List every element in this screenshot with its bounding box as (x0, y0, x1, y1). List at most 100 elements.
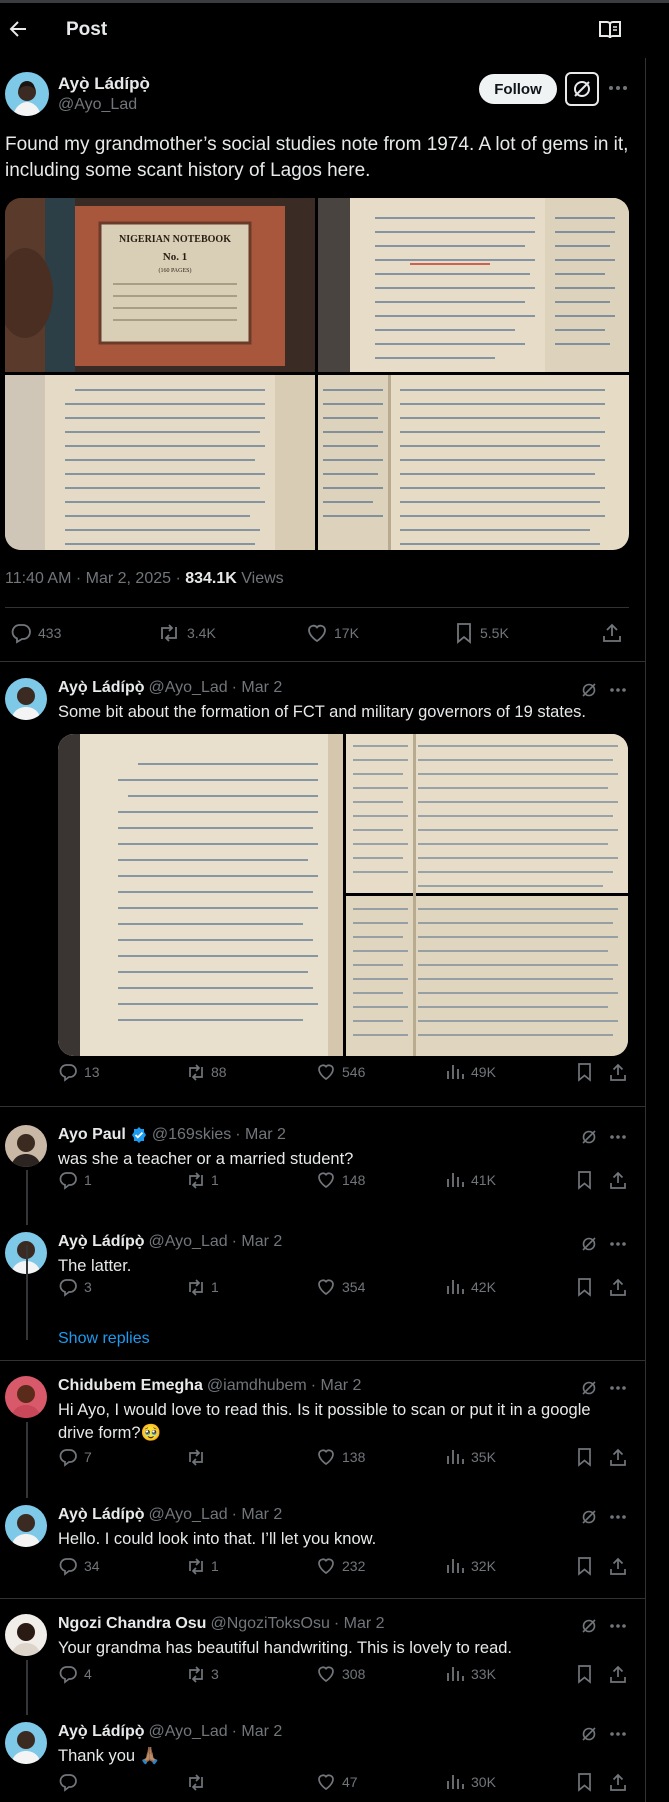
repost-action[interactable]: 3.4K (157, 622, 216, 644)
grok-icon[interactable] (580, 1235, 598, 1253)
author-name[interactable]: Ayọ̀ Ládípọ̀ (58, 74, 150, 94)
views-action[interactable]: 49K (445, 1062, 496, 1082)
repost-action[interactable]: 1 (185, 1170, 219, 1190)
grok-icon[interactable] (580, 681, 598, 699)
share-action[interactable] (608, 1772, 634, 1792)
like-action[interactable]: 138 (316, 1447, 365, 1467)
repost-action[interactable]: 3 (185, 1664, 219, 1684)
like-action[interactable]: 308 (316, 1664, 365, 1684)
avatar[interactable] (5, 678, 47, 720)
like-action[interactable]: 47 (316, 1772, 358, 1792)
arrow-left-icon[interactable] (6, 17, 30, 41)
reply-action[interactable]: 433 (10, 622, 61, 644)
like-action[interactable]: 232 (316, 1556, 365, 1576)
reply-author-name[interactable]: Ngozi Chandra Osu (58, 1615, 206, 1633)
grok-icon[interactable] (580, 1379, 598, 1397)
reply-author-handle[interactable]: @Ayo_Lad (149, 1233, 228, 1251)
reply-author-name[interactable]: Ayọ̀ Ládípọ̀ (58, 1723, 145, 1741)
show-replies-link[interactable]: Show replies (58, 1330, 150, 1348)
reply-date[interactable]: · Mar 2 (232, 1723, 283, 1741)
reply-date[interactable]: · Mar 2 (232, 1233, 283, 1251)
more-icon[interactable] (608, 1510, 628, 1524)
reply-author-name[interactable]: Ayọ̀ Ládípọ̀ (58, 1233, 145, 1251)
author-handle[interactable]: @Ayo_Lad (58, 96, 137, 114)
reply-date[interactable]: · Mar 2 (334, 1615, 385, 1633)
views-action[interactable]: 32K (445, 1556, 496, 1576)
like-action[interactable]: 546 (316, 1062, 365, 1082)
views-action[interactable]: 30K (445, 1772, 496, 1792)
reply-author-handle[interactable]: @Ayo_Lad (149, 1723, 228, 1741)
share-action[interactable] (608, 1170, 634, 1190)
reply-author-handle[interactable]: @Ayo_Lad (149, 1506, 228, 1524)
reply-action[interactable]: 13 (58, 1062, 100, 1082)
more-icon[interactable] (608, 683, 628, 697)
post-media-grid[interactable]: NIGERIAN NOTEBOOK No. 1 (160 PAGES) (5, 198, 629, 550)
reply-action[interactable]: 3 (58, 1277, 92, 1297)
grok-icon[interactable] (565, 72, 599, 106)
reply-date[interactable]: · Mar 2 (235, 1126, 286, 1144)
like-action[interactable]: 148 (316, 1170, 365, 1190)
reply-author-name[interactable]: Ayo Paul (58, 1126, 126, 1144)
share-action[interactable] (608, 1556, 634, 1576)
repost-action[interactable] (185, 1772, 211, 1792)
reply-author-handle[interactable]: @iamdhubem (207, 1377, 307, 1395)
more-icon[interactable] (608, 1130, 628, 1144)
reader-mode-icon[interactable] (598, 19, 622, 41)
avatar[interactable] (5, 72, 49, 116)
reply-action[interactable]: 1 (58, 1170, 92, 1190)
reply-action[interactable]: 4 (58, 1664, 92, 1684)
follow-button[interactable]: Follow (479, 74, 557, 104)
repost-action[interactable] (185, 1447, 211, 1467)
bookmark-action[interactable] (575, 1447, 601, 1467)
share-action[interactable] (608, 1062, 634, 1082)
like-action[interactable]: 354 (316, 1277, 365, 1297)
reply-author-name[interactable]: Ayọ̀ Ládípọ̀ (58, 679, 145, 697)
more-icon[interactable] (606, 78, 630, 98)
more-icon[interactable] (608, 1381, 628, 1395)
repost-action[interactable]: 1 (185, 1277, 219, 1297)
reply-action[interactable]: 34 (58, 1556, 100, 1576)
reply-author-handle[interactable]: @169skies (152, 1126, 231, 1144)
reply-author-handle[interactable]: @Ayo_Lad (149, 679, 228, 697)
avatar[interactable] (5, 1125, 47, 1167)
bookmark-action[interactable] (575, 1170, 601, 1190)
share-action[interactable] (608, 1447, 634, 1467)
share-action[interactable] (608, 1664, 634, 1684)
bookmark-action[interactable] (575, 1062, 601, 1082)
repost-action[interactable]: 1 (185, 1556, 219, 1576)
more-icon[interactable] (608, 1237, 628, 1251)
views-action[interactable]: 41K (445, 1170, 496, 1190)
reply-action[interactable] (58, 1772, 84, 1792)
grok-icon[interactable] (580, 1508, 598, 1526)
reply-author-name[interactable]: Ayọ̀ Ládípọ̀ (58, 1506, 145, 1524)
views-action[interactable]: 42K (445, 1277, 496, 1297)
avatar[interactable] (5, 1376, 47, 1418)
bookmark-action[interactable] (575, 1556, 601, 1576)
views-action[interactable]: 35K (445, 1447, 496, 1467)
avatar[interactable] (5, 1722, 47, 1764)
views-action[interactable]: 33K (445, 1664, 496, 1684)
avatar[interactable] (5, 1505, 47, 1547)
reply-media-grid[interactable] (58, 734, 628, 1056)
bookmark-action[interactable] (575, 1664, 601, 1684)
thread-line (26, 1660, 28, 1715)
bookmark-action[interactable]: 5.5K (454, 622, 509, 644)
share-icon[interactable] (601, 622, 629, 644)
reply-date[interactable]: · Mar 2 (232, 1506, 283, 1524)
like-action[interactable]: 17K (306, 622, 359, 644)
reply-date[interactable]: · Mar 2 (311, 1377, 362, 1395)
grok-icon[interactable] (580, 1128, 598, 1146)
more-icon[interactable] (608, 1727, 628, 1741)
grok-icon[interactable] (580, 1725, 598, 1743)
reply-author-handle[interactable]: @NgoziToksOsu (210, 1615, 329, 1633)
bookmark-action[interactable] (575, 1277, 601, 1297)
share-action[interactable] (608, 1277, 634, 1297)
reply-action[interactable]: 7 (58, 1447, 92, 1467)
avatar[interactable] (5, 1614, 47, 1656)
reply-author-name[interactable]: Chidubem Emegha (58, 1377, 203, 1395)
reply-date[interactable]: · Mar 2 (232, 679, 283, 697)
grok-icon[interactable] (580, 1617, 598, 1635)
bookmark-action[interactable] (575, 1772, 601, 1792)
repost-action[interactable]: 88 (185, 1062, 227, 1082)
more-icon[interactable] (608, 1619, 628, 1633)
